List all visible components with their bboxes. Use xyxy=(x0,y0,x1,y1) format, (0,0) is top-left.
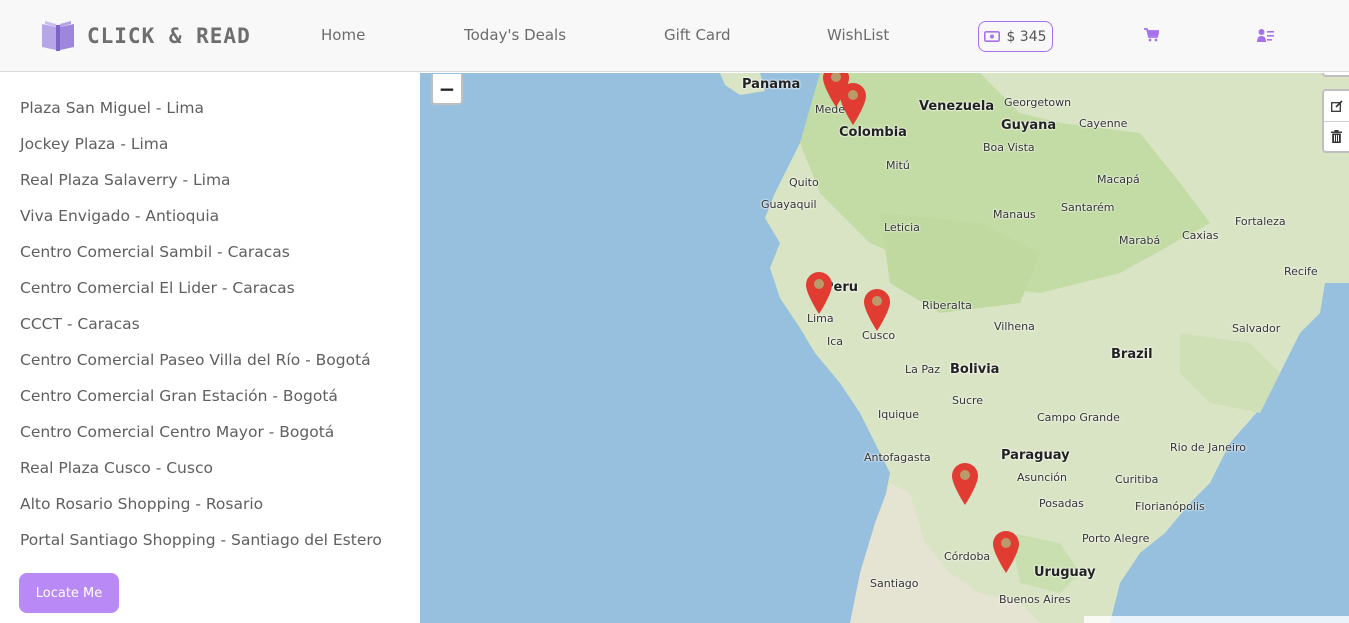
map-label-asuncion: Asunción xyxy=(1017,471,1068,484)
edit-layers-button[interactable] xyxy=(1324,91,1349,121)
money-icon xyxy=(984,31,1001,42)
map-label-venezuela: Venezuela xyxy=(919,99,995,114)
map-label-campo-grande: Campo Grande xyxy=(1037,411,1120,424)
map-label-georgetown: Georgetown xyxy=(1004,96,1072,109)
store-item[interactable]: CCCT - Caracas xyxy=(20,314,382,350)
top-navbar: CLICK & READ Home Today's Deals Gift Car… xyxy=(0,0,1349,72)
nav-wishlist-link[interactable]: WishList xyxy=(827,26,889,44)
map-label-rio-de-janeiro: Rio de Janeiro xyxy=(1170,441,1246,454)
map-label-caxias: Caxias xyxy=(1182,229,1219,242)
map-label-fortaleza: Fortaleza xyxy=(1235,215,1286,228)
map-label-paraguay: Paraguay xyxy=(1001,448,1070,463)
map-label-buenos-aires: Buenos Aires xyxy=(999,593,1071,606)
store-marker[interactable] xyxy=(806,272,832,314)
store-item[interactable]: Centro Comercial Centro Mayor - Bogotá xyxy=(20,422,382,458)
map-label-santarem: Santarém xyxy=(1061,201,1115,214)
store-item[interactable]: Jockey Plaza - Lima xyxy=(20,134,382,170)
store-item[interactable]: Centro Comercial Gran Estación - Bogotá xyxy=(20,386,382,422)
store-item[interactable]: Centro Comercial El Lider - Caracas xyxy=(20,278,382,314)
store-marker[interactable] xyxy=(864,289,890,331)
map-label-quito: Quito xyxy=(789,176,819,189)
store-list: Plaza San Miguel - Lima Jockey Plaza - L… xyxy=(20,98,382,566)
balance-amount: $ 345 xyxy=(1006,28,1047,45)
map-label-iquique: Iquique xyxy=(878,408,919,421)
map-landmass xyxy=(720,73,1349,623)
store-item[interactable]: Portal Santiago Shopping - Santiago del … xyxy=(20,530,382,566)
store-item[interactable]: Centro Comercial Sambil - Caracas xyxy=(20,242,382,278)
map-label-sucre: Sucre xyxy=(952,394,984,407)
store-marker[interactable] xyxy=(952,463,978,505)
store-item[interactable]: Plaza San Miguel - Lima xyxy=(20,98,382,134)
cart-button[interactable] xyxy=(1144,27,1160,46)
store-item[interactable]: Viva Envigado - Antioquia xyxy=(20,206,382,242)
map-label-leticia: Leticia xyxy=(884,221,920,234)
map-label-macapa: Macapá xyxy=(1097,173,1140,186)
map-label-colombia: Colombia xyxy=(839,125,907,140)
trash-icon xyxy=(1331,130,1342,143)
map-label-guyana: Guyana xyxy=(1001,118,1057,133)
nav-home-link[interactable]: Home xyxy=(321,26,365,44)
map-label-brazil: Brazil xyxy=(1111,347,1153,362)
map-label-maraba: Marabá xyxy=(1119,234,1161,247)
map-label-uruguay: Uruguay xyxy=(1034,565,1096,580)
map-label-recife: Recife xyxy=(1284,265,1318,278)
map-label-florianopolis: Florianópolis xyxy=(1135,500,1205,513)
map-attribution[interactable] xyxy=(1084,616,1349,623)
balance-button[interactable]: $ 345 xyxy=(978,21,1053,52)
store-marker[interactable] xyxy=(993,531,1019,573)
map-label-manaus: Manaus xyxy=(993,208,1036,221)
store-item[interactable]: Alto Rosario Shopping - Rosario xyxy=(20,494,382,530)
store-item[interactable]: Centro Comercial Paseo Villa del Río - B… xyxy=(20,350,382,386)
store-sidebar: Plaza San Miguel - Lima Jockey Plaza - L… xyxy=(0,73,420,623)
map-label-cordoba: Córdoba xyxy=(944,550,991,563)
map-label-salvador: Salvador xyxy=(1232,322,1281,335)
map-label-mitu: Mitú xyxy=(886,159,910,172)
map-label-ica: Ica xyxy=(827,335,844,348)
draw-toolbar xyxy=(1322,89,1349,153)
map-label-guayaquil: Guayaquil xyxy=(761,198,817,211)
user-menu-button[interactable] xyxy=(1257,27,1274,46)
edit-icon xyxy=(1330,100,1343,112)
nav-deals-link[interactable]: Today's Deals xyxy=(464,26,566,44)
map-label-bolivia: Bolivia xyxy=(950,362,1000,377)
cart-icon xyxy=(1144,28,1160,42)
store-map[interactable]: Panama Mede Venezuela Georgetown Guyana … xyxy=(420,73,1349,623)
nav-gift-card-link[interactable]: Gift Card xyxy=(664,26,731,44)
map-label-vilhena: Vilhena xyxy=(994,320,1035,333)
user-list-icon xyxy=(1257,29,1274,42)
brand-name: CLICK & READ xyxy=(87,24,251,48)
map-label-curitiba: Curitiba xyxy=(1115,473,1159,486)
brand-logo[interactable]: CLICK & READ xyxy=(40,18,251,54)
map-control-stub[interactable] xyxy=(1322,73,1349,77)
map-label-antofagasta: Antofagasta xyxy=(864,451,931,464)
locate-me-button[interactable]: Locate Me xyxy=(19,573,119,613)
zoom-out-button[interactable]: − xyxy=(431,74,463,105)
map-label-santiago: Santiago xyxy=(870,577,919,590)
map-label-riberalta: Riberalta xyxy=(922,299,972,312)
map-label-panama: Panama xyxy=(742,77,801,92)
store-item[interactable]: Real Plaza Salaverry - Lima xyxy=(20,170,382,206)
map-label-boa-vista: Boa Vista xyxy=(983,141,1035,154)
store-marker[interactable] xyxy=(840,83,866,125)
map-label-cayenne: Cayenne xyxy=(1079,117,1128,130)
store-item[interactable]: Real Plaza Cusco - Cusco xyxy=(20,458,382,494)
delete-layers-button[interactable] xyxy=(1324,121,1349,151)
open-book-icon xyxy=(42,21,74,51)
map-label-porto-alegre: Porto Alegre xyxy=(1082,532,1150,545)
map-label-la-paz: La Paz xyxy=(905,363,941,376)
map-label-posadas: Posadas xyxy=(1039,497,1084,510)
